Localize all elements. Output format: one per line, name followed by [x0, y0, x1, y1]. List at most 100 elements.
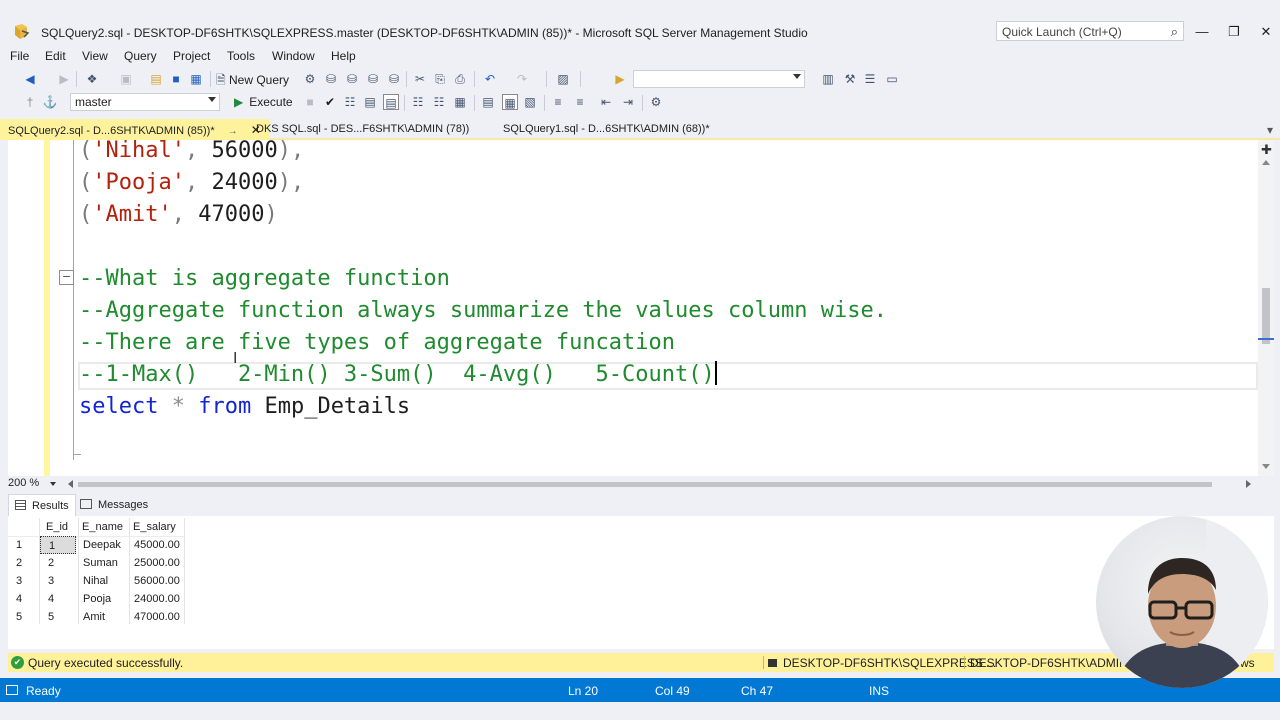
cell-e-id[interactable]: 3 — [48, 572, 54, 590]
toolbox-icon[interactable]: ☰ — [862, 71, 878, 87]
cell-e-name[interactable]: Nihal — [83, 572, 108, 590]
increase-indent-icon[interactable]: ⇥ — [620, 94, 636, 110]
collapse-icon[interactable]: − — [59, 269, 74, 285]
estimated-plan-icon[interactable]: ☷ — [342, 94, 358, 110]
menu-tools[interactable]: Tools — [227, 49, 255, 63]
specify-values-icon[interactable]: ⚙ — [648, 94, 664, 110]
save-all-icon[interactable]: ▦ — [188, 71, 204, 87]
pin-icon[interactable]: → — [228, 126, 238, 137]
status-ready: Ready — [26, 684, 61, 698]
tab-sqlquery2[interactable]: SQLQuery2.sql - D...6SHTK\ADMIN (85))* →… — [0, 119, 269, 140]
results-to-file-icon[interactable]: ▧ — [522, 94, 538, 110]
database-engine-query-icon[interactable]: ⚙ — [302, 71, 318, 87]
tab-messages[interactable]: Messages — [74, 494, 154, 516]
cell-e-salary[interactable]: 25000.00 — [134, 554, 180, 572]
minimize-button[interactable]: — — [1192, 24, 1212, 39]
decrease-indent-icon[interactable]: ⇤ — [598, 94, 614, 110]
cell-e-salary[interactable]: 24000.00 — [134, 590, 180, 608]
xmla-query-icon[interactable]: ⛁ — [365, 71, 381, 87]
play-icon: ▶ — [234, 95, 244, 109]
parse-icon[interactable]: ✔ — [322, 94, 338, 110]
new-project-icon[interactable]: ❖ — [84, 71, 100, 87]
cell-e-name[interactable]: Suman — [83, 554, 118, 572]
find-in-files-icon[interactable]: ▶ — [612, 71, 628, 87]
restore-button[interactable]: ❐ — [1224, 24, 1244, 40]
change-connection-icon[interactable]: ⚓ — [42, 94, 58, 110]
scroll-thumb[interactable] — [78, 482, 1212, 487]
query-options-icon[interactable]: ▤ — [362, 94, 378, 110]
copy-icon[interactable]: ⎘ — [432, 71, 448, 87]
menu-window[interactable]: Window — [272, 49, 315, 63]
comment-out-icon[interactable]: ≡ — [550, 94, 566, 110]
zoom-combo[interactable]: 200 % — [6, 477, 62, 492]
scroll-left-icon[interactable] — [68, 480, 73, 488]
split-icon[interactable]: ✚ — [1261, 142, 1272, 158]
client-stats-icon[interactable]: ▦ — [452, 94, 468, 110]
menu-query[interactable]: Query — [124, 49, 157, 63]
close-window-button[interactable]: ✕ — [1256, 24, 1276, 40]
cell-e-salary[interactable]: 56000.00 — [134, 572, 180, 590]
cell-e-id[interactable]: 1 — [40, 536, 76, 554]
column-header-e-salary[interactable]: E_salary — [133, 518, 176, 536]
cell-e-id[interactable]: 2 — [48, 554, 54, 572]
cell-e-id[interactable]: 4 — [48, 590, 54, 608]
cell-e-id[interactable]: 5 — [48, 608, 54, 626]
results-to-grid-icon[interactable]: ▦ — [502, 94, 518, 110]
forward-icon[interactable]: ▶ — [56, 71, 72, 87]
menu-help[interactable]: Help — [331, 49, 356, 63]
undo-icon[interactable]: ↶ — [482, 71, 498, 87]
cell-e-name[interactable]: Deepak — [83, 536, 121, 554]
results-to-text-icon[interactable]: ▤ — [480, 94, 496, 110]
actual-plan-icon[interactable]: ☷ — [410, 94, 426, 110]
find-combo[interactable] — [633, 70, 805, 88]
redo-icon[interactable]: ↷ — [514, 71, 530, 87]
add-item-icon[interactable]: ▣ — [118, 71, 134, 87]
code-token: , — [184, 170, 212, 195]
cell-e-name[interactable]: Pooja — [83, 590, 111, 608]
quick-launch-input[interactable]: Quick Launch (Ctrl+Q) ⌕ — [996, 21, 1184, 41]
tab-dks-sql[interactable]: DKS SQL.sql - DES...F6SHTK\ADMIN (78)) — [248, 119, 477, 140]
tab-label: Results — [32, 500, 69, 512]
column-header-e-name[interactable]: E_name — [82, 518, 123, 536]
scroll-down-icon[interactable] — [1262, 464, 1270, 469]
editor-vertical-scrollbar[interactable]: ✚ — [1258, 140, 1274, 476]
scroll-thumb[interactable] — [1262, 288, 1270, 344]
tab-results[interactable]: Results — [8, 494, 76, 516]
menu-project[interactable]: Project — [173, 49, 210, 63]
row-number: 4 — [16, 593, 23, 605]
new-query-button[interactable]: 🗎 New Query — [216, 71, 289, 92]
menu-view[interactable]: View — [82, 49, 108, 63]
editor-horizontal-scrollbar[interactable] — [66, 479, 1256, 490]
back-icon[interactable]: ◀ — [22, 71, 38, 87]
mdx-query-icon[interactable]: ⛁ — [323, 71, 339, 87]
connect-icon[interactable]: † — [22, 94, 38, 110]
save-icon[interactable]: ■ — [168, 71, 184, 87]
column-header-e-id[interactable]: E_id — [46, 518, 68, 536]
solution-explorer-icon[interactable]: ▥ — [820, 71, 836, 87]
paste-icon[interactable]: ⎙ — [452, 71, 468, 87]
menu-edit[interactable]: Edit — [45, 49, 66, 63]
dmx-query-icon[interactable]: ⛁ — [344, 71, 360, 87]
execute-button[interactable]: ▶ Execute — [234, 95, 293, 109]
properties-icon[interactable]: ⚒ — [842, 71, 858, 87]
intellisense-icon[interactable]: ▤ — [383, 94, 399, 110]
open-file-icon[interactable]: ▤ — [148, 71, 164, 87]
tab-sqlquery1[interactable]: SQLQuery1.sql - D...6SHTK\ADMIN (68))* — [495, 119, 718, 140]
cut-icon[interactable]: ✂ — [412, 71, 428, 87]
chevron-down-icon[interactable]: ▾ — [1262, 122, 1278, 138]
query-editor[interactable]: − ('Nihal', 56000), ('Pooja', 24000), ('Am… — [8, 140, 1258, 476]
output-window-icon[interactable]: ▭ — [884, 71, 900, 87]
cancel-query-icon[interactable]: ■ — [302, 94, 318, 110]
cell-e-salary[interactable]: 47000.00 — [134, 608, 180, 626]
available-databases-combo[interactable]: master — [70, 93, 220, 111]
cell-e-name[interactable]: Amit — [83, 608, 105, 626]
uncomment-icon[interactable]: ≡ — [572, 94, 588, 110]
menu-file[interactable]: File — [10, 49, 29, 63]
dax-query-icon[interactable]: ⛁ — [386, 71, 402, 87]
scroll-up-icon[interactable] — [1262, 160, 1270, 165]
document-tabs: SQLQuery2.sql - D...6SHTK\ADMIN (85))* →… — [0, 119, 1280, 140]
cell-e-salary[interactable]: 45000.00 — [134, 536, 180, 554]
activity-monitor-icon[interactable]: ▨ — [555, 71, 571, 87]
scroll-right-icon[interactable] — [1246, 480, 1251, 488]
live-stats-icon[interactable]: ☷ — [431, 94, 447, 110]
